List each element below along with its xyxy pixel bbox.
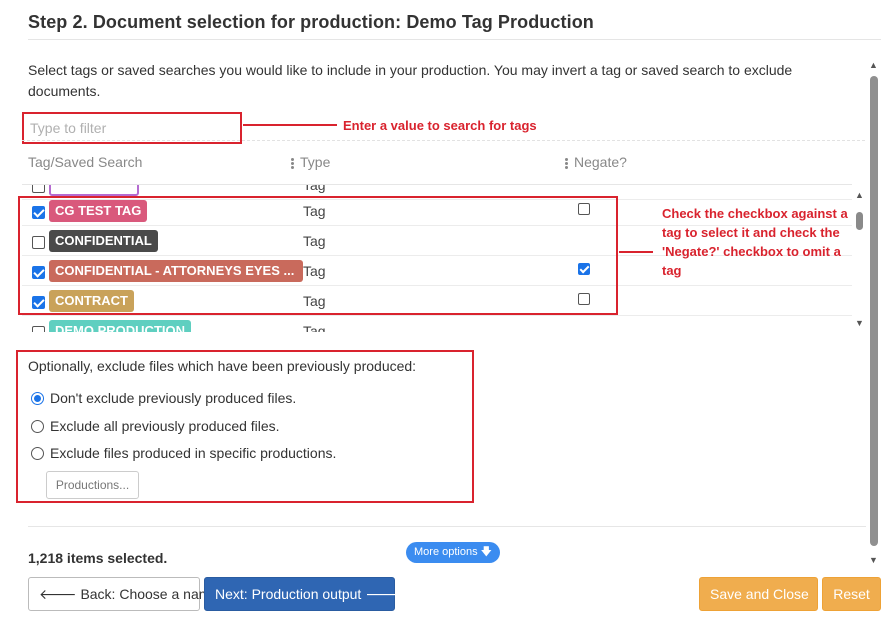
tag-label [49,185,139,196]
arrow-right-icon: 🡒 [365,586,403,602]
radio-label: Exclude all previously produced files. [50,418,280,434]
radio-label: Exclude files produced in specific produ… [50,445,337,461]
radio-selected-icon[interactable] [31,392,44,405]
items-selected-count: 1,218 items selected. [28,550,168,566]
tag-filter-input[interactable] [24,114,240,142]
column-header-type[interactable]: Type [291,154,330,170]
page-scroll-down-icon[interactable]: ▼ [869,555,878,565]
row-type: Tag [303,185,326,193]
intro-text: Select tags or saved searches you would … [28,62,793,99]
radio-icon[interactable] [31,420,44,433]
column-header-tag-label: Tag/Saved Search [28,154,143,170]
rows-annotation-box [18,196,618,315]
reset-button[interactable]: Reset [822,577,881,611]
page-scrollbar-thumb[interactable] [870,76,878,546]
radio-label: Don't exclude previously produced files. [50,390,297,406]
rows-annotation-text: Check the checkbox against a tag to sele… [662,206,848,278]
page-title: Step 2. Document selection for productio… [28,12,594,32]
tag-label: DEMO PRODUCTION [49,320,191,332]
filter-divider [22,140,865,141]
column-resize-grip-icon[interactable] [565,157,568,170]
filter-annotation-line [243,124,337,126]
column-resize-grip-icon[interactable] [291,157,294,170]
row-type: Tag [303,323,326,332]
next-button[interactable]: Next: Production output 🡒 [204,577,403,611]
grid-scrollbar-thumb[interactable] [856,212,863,230]
productions-button[interactable]: Productions... [46,471,139,499]
page-scroll-up-icon[interactable]: ▲ [869,60,878,70]
footer-divider [28,526,866,527]
title-divider [28,39,881,40]
column-header-tag[interactable]: Tag/Saved Search [28,154,142,170]
exclude-title: Optionally, exclude files which have bee… [28,358,417,374]
exclude-option-none[interactable]: Don't exclude previously produced files. [31,390,296,406]
rows-annotation-line [619,251,653,253]
arrow-down-icon: 🡇 [480,546,492,558]
row-select-checkbox[interactable] [32,326,45,332]
exclude-option-specific[interactable]: Exclude files produced in specific produ… [31,445,336,461]
more-options-label: More options [414,546,478,558]
back-button-label: Back: Choose a name [80,586,219,602]
grid-scroll-down-icon[interactable]: ▼ [855,318,864,328]
column-header-negate[interactable]: Negate? [565,154,627,170]
more-options-button[interactable]: More options 🡇 [406,542,500,563]
radio-icon[interactable] [31,447,44,460]
row-select-checkbox[interactable] [32,185,45,193]
table-row[interactable]: DEMO PRODUCTION Tag [22,316,852,332]
filter-annotation-text: Enter a value to search for tags [343,118,537,133]
exclude-option-all[interactable]: Exclude all previously produced files. [31,418,280,434]
column-header-negate-label: Negate? [574,154,627,170]
arrow-left-icon: 🡐 [39,586,77,602]
next-button-label: Next: Production output [215,586,362,602]
column-header-type-label: Type [300,154,331,170]
back-button[interactable]: 🡐 Back: Choose a name [28,577,218,611]
save-and-close-button[interactable]: Save and Close [699,577,818,611]
grid-scroll-up-icon[interactable]: ▲ [855,190,864,200]
